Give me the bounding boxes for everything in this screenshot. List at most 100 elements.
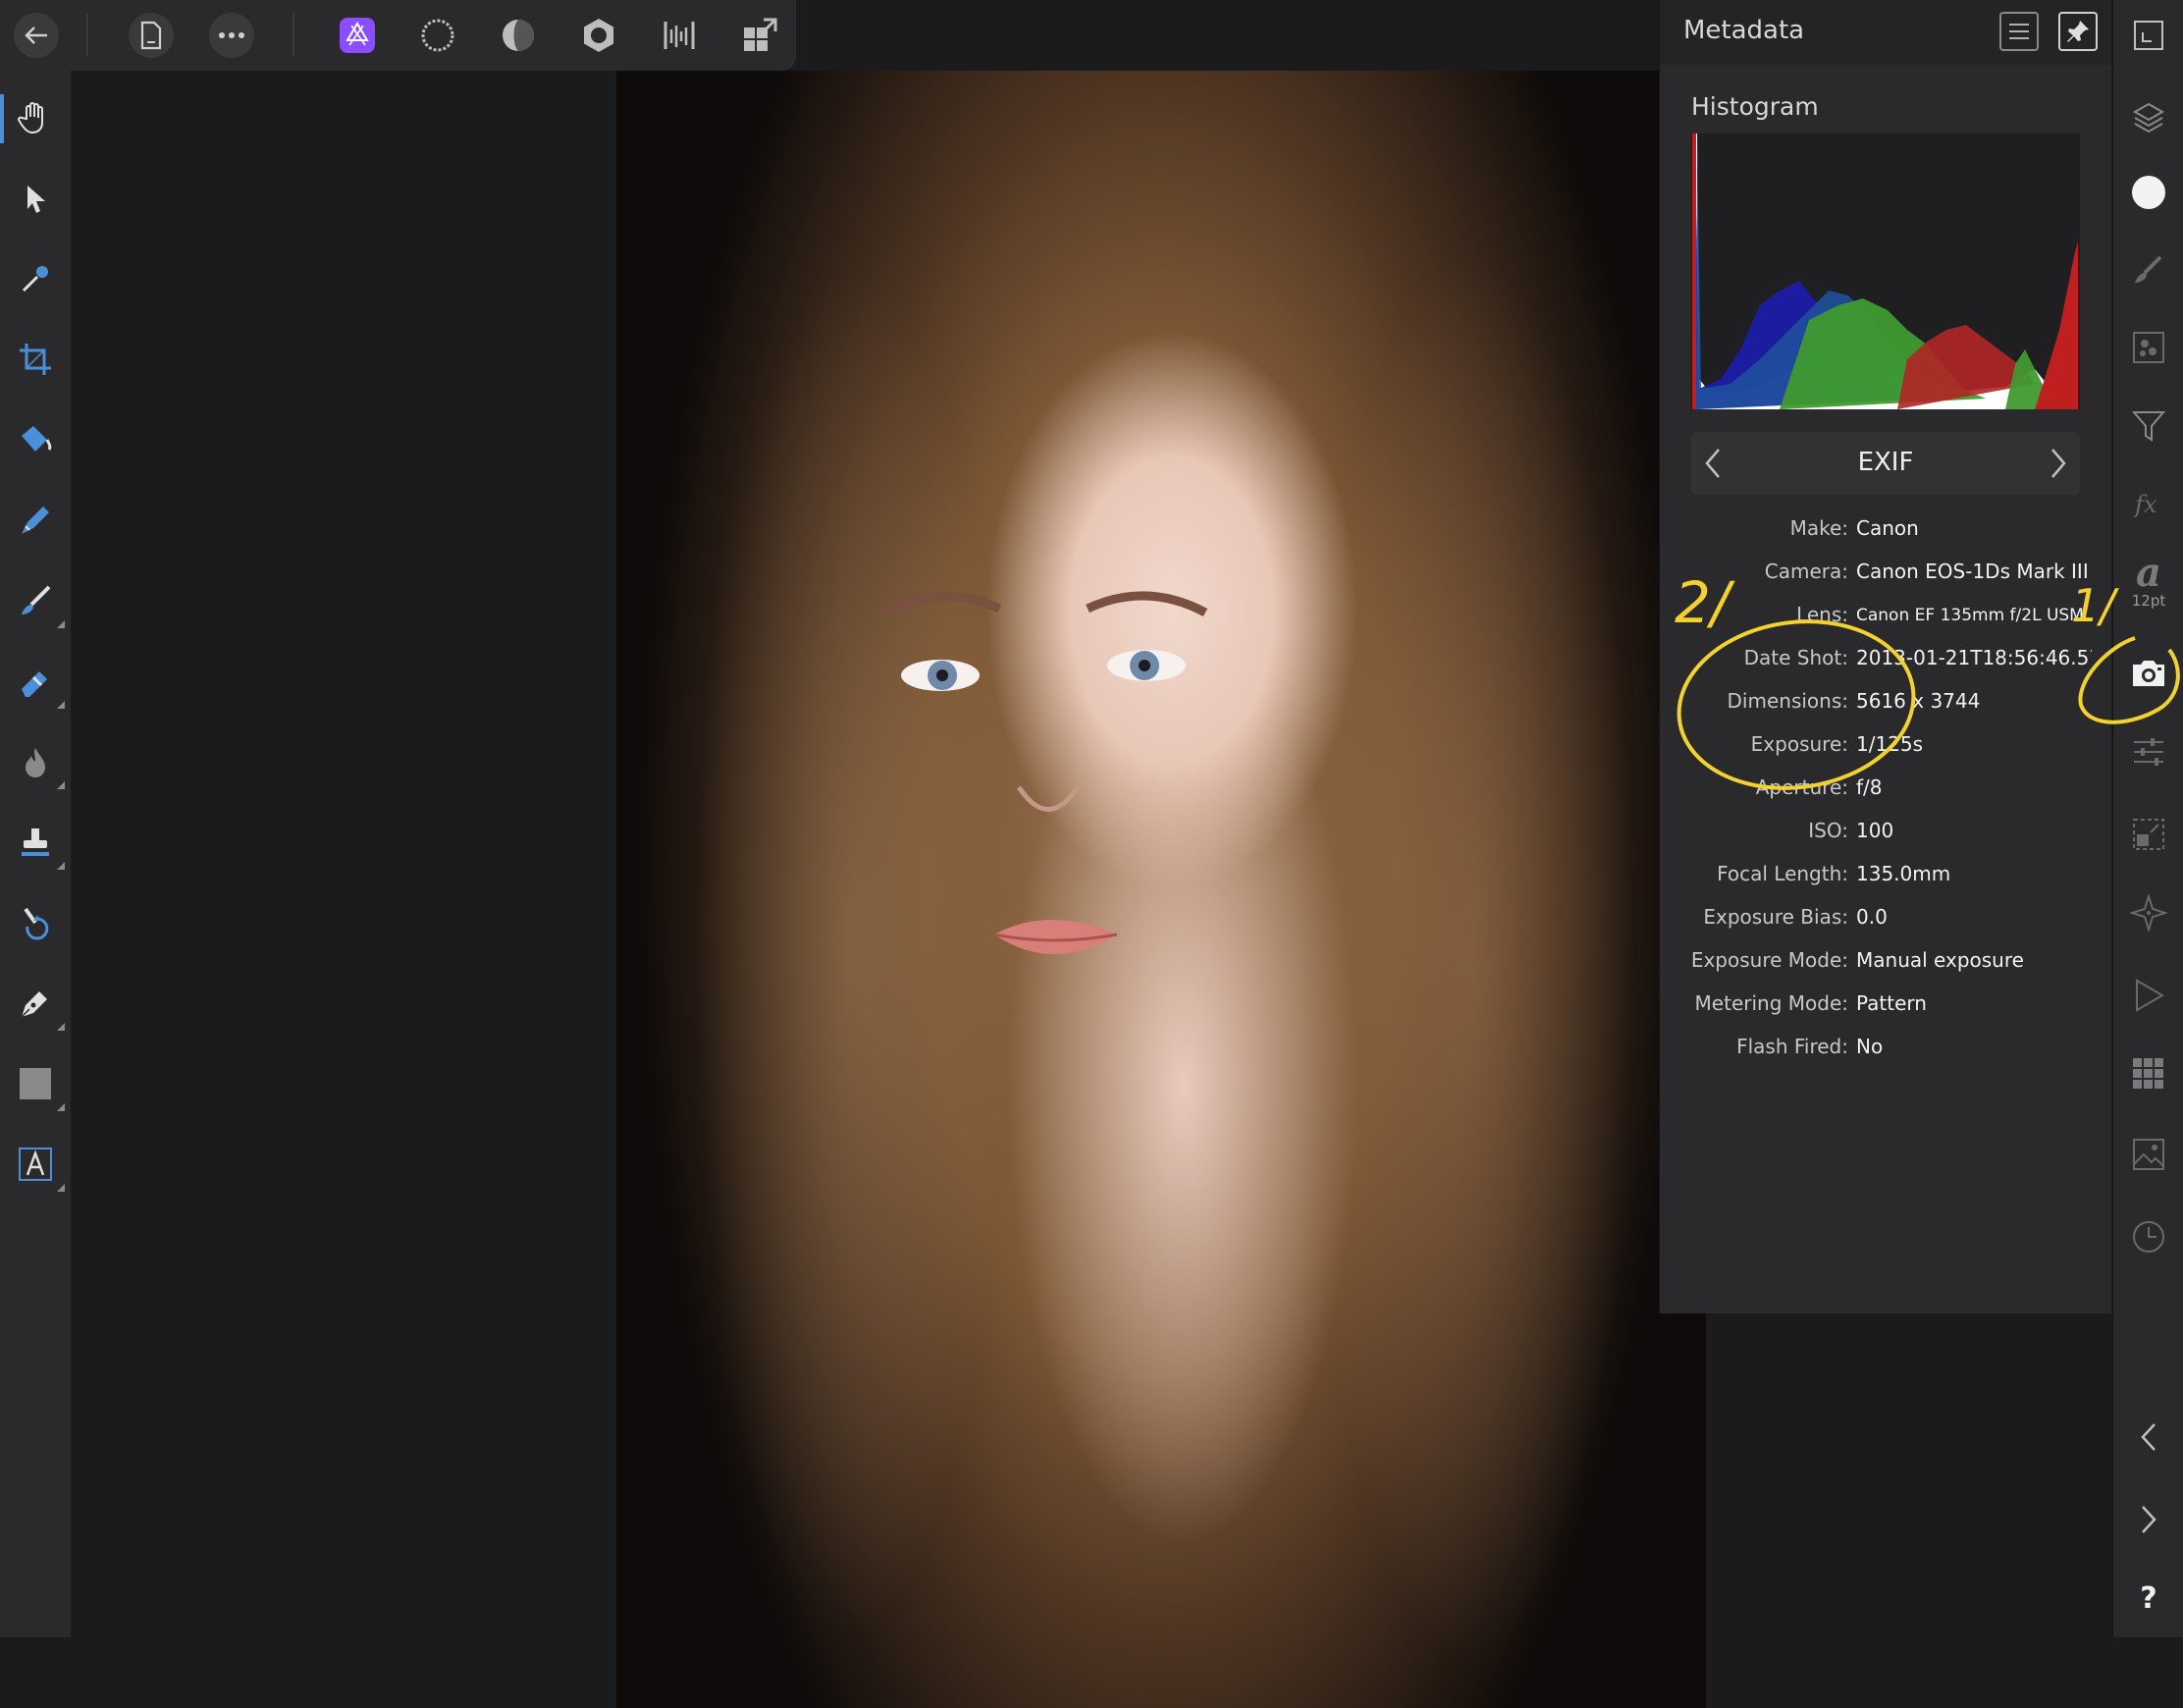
navigator-button[interactable] (2125, 889, 2172, 936)
exif-row-metering-mode: Metering Mode: Pattern (1660, 986, 2111, 1021)
history-icon (2133, 1221, 2164, 1253)
pin-panel-button[interactable] (2058, 12, 2098, 51)
field-label: Aperture: (1755, 775, 1848, 799)
selection-brush-tool[interactable] (12, 497, 59, 544)
photo-persona-button[interactable] (335, 13, 380, 58)
move-icon (27, 186, 45, 213)
tool-options-indicator (57, 862, 65, 870)
exif-row-date-shot: Date Shot: 2013-01-21T18:56:46.57 (1660, 640, 2111, 675)
field-label: Metering Mode: (1694, 991, 1848, 1015)
field-label: ISO: (1808, 819, 1848, 842)
text-tool[interactable] (12, 1141, 65, 1192)
tools-panel (0, 71, 71, 1637)
stock-button[interactable] (2125, 1131, 2172, 1178)
paint-brush-icon (22, 585, 51, 614)
tool-options-indicator (57, 1023, 65, 1031)
hand-tool[interactable] (12, 94, 59, 141)
color-swatch-icon (2132, 176, 2165, 209)
history-button[interactable] (2125, 1213, 2172, 1260)
tool-options-indicator (57, 1184, 65, 1192)
field-label: Exposure Mode: (1690, 948, 1848, 972)
eraser-icon (22, 671, 47, 697)
field-value: Canon (1856, 516, 1919, 540)
fullscreen-button[interactable] (2125, 12, 2172, 59)
liquify-persona-icon (421, 19, 454, 52)
field-label: Exposure Bias: (1703, 905, 1848, 929)
text-style-button[interactable]: a 12pt (2125, 554, 2172, 610)
field-value: Pattern (1856, 991, 1927, 1015)
exif-section-selector: EXIF (1691, 432, 2080, 495)
channels-button[interactable] (2125, 324, 2172, 371)
brushes-icon (2135, 255, 2162, 283)
top-toolbar (0, 0, 796, 71)
transform-button[interactable] (2125, 811, 2172, 858)
liquify-persona-button[interactable] (415, 13, 460, 58)
more-button[interactable] (209, 13, 254, 58)
pin-icon (2067, 21, 2089, 42)
tool-options-indicator (57, 620, 65, 628)
develop-persona-button[interactable] (496, 13, 541, 58)
effects-button[interactable]: fx (2125, 481, 2172, 528)
tone-mapping-persona-button[interactable] (576, 13, 621, 58)
collapse-right-button[interactable] (2125, 1496, 2172, 1543)
back-button[interactable] (14, 13, 59, 58)
document-button[interactable] (129, 13, 174, 58)
histogram (1691, 133, 2080, 409)
font-size-label: 12pt (2131, 592, 2166, 610)
macro-button[interactable] (2125, 972, 2172, 1019)
field-label: Exposure: (1750, 732, 1848, 756)
crop-tool[interactable] (12, 336, 59, 383)
layers-icon (2132, 102, 2165, 133)
metadata-panel: Metadata Histogram EXIF Make: Canon Came… (1659, 0, 2111, 1313)
export-persona-icon (664, 22, 695, 49)
adjustments-button[interactable] (2125, 728, 2172, 775)
camera-icon (2133, 661, 2164, 686)
flood-fill-tool[interactable] (12, 416, 59, 463)
tool-options-indicator (57, 781, 65, 789)
exif-row-exposure-mode: Exposure Mode: Manual exposure (1660, 942, 2111, 978)
color-picker-tool[interactable] (12, 255, 59, 302)
exif-row-dimensions: Dimensions: 5616 x 3744 (1660, 683, 2111, 719)
help-button[interactable]: ? (2125, 1575, 2172, 1622)
library-button[interactable] (2125, 1050, 2172, 1097)
healing-tool[interactable] (12, 899, 59, 946)
grid-persona-button[interactable] (737, 13, 782, 58)
export-persona-button[interactable] (657, 13, 702, 58)
histogram-graph (1691, 133, 2080, 409)
field-value: No (1856, 1035, 1884, 1058)
clone-tool[interactable] (12, 819, 65, 870)
metadata-button[interactable] (2125, 650, 2172, 697)
play-icon (2136, 979, 2165, 1012)
image-icon (2133, 1139, 2164, 1170)
brushes-button[interactable] (2125, 245, 2172, 293)
histogram-label: Histogram (1691, 92, 1819, 121)
back-icon (25, 27, 47, 44)
tool-options-indicator (57, 701, 65, 709)
pen-icon (21, 991, 47, 1018)
collapse-left-button[interactable] (2125, 1414, 2172, 1461)
burn-icon (26, 748, 45, 777)
color-button[interactable] (2125, 169, 2172, 216)
field-value: 2013-01-21T18:56:46.57 (1856, 646, 2092, 669)
hand-icon (18, 102, 43, 134)
grid-icon (2133, 1058, 2163, 1089)
next-section-button[interactable] (2045, 446, 2070, 485)
chevron-right-icon (2051, 449, 2066, 478)
exif-row-flash-fired: Flash Fired: No (1660, 1029, 2111, 1064)
field-label: Dimensions: (1727, 689, 1848, 713)
active-tool-indicator (0, 94, 4, 143)
filters-button[interactable] (2125, 402, 2172, 450)
rectangle-tool[interactable] (12, 1060, 65, 1111)
layers-button[interactable] (2125, 94, 2172, 141)
toolbar-divider (86, 14, 88, 57)
selection-brush-icon (22, 507, 49, 534)
paint-brush-tool[interactable] (12, 577, 65, 628)
rectangle-icon (20, 1068, 51, 1099)
eraser-tool[interactable] (12, 658, 65, 709)
annotation-note-2: 2/ (1675, 569, 1730, 636)
burn-tool[interactable] (12, 738, 65, 789)
pen-tool[interactable] (12, 980, 65, 1031)
move-tool[interactable] (12, 175, 59, 222)
panel-menu-button[interactable] (1999, 12, 2039, 51)
portrait-photo[interactable] (616, 71, 1706, 1708)
